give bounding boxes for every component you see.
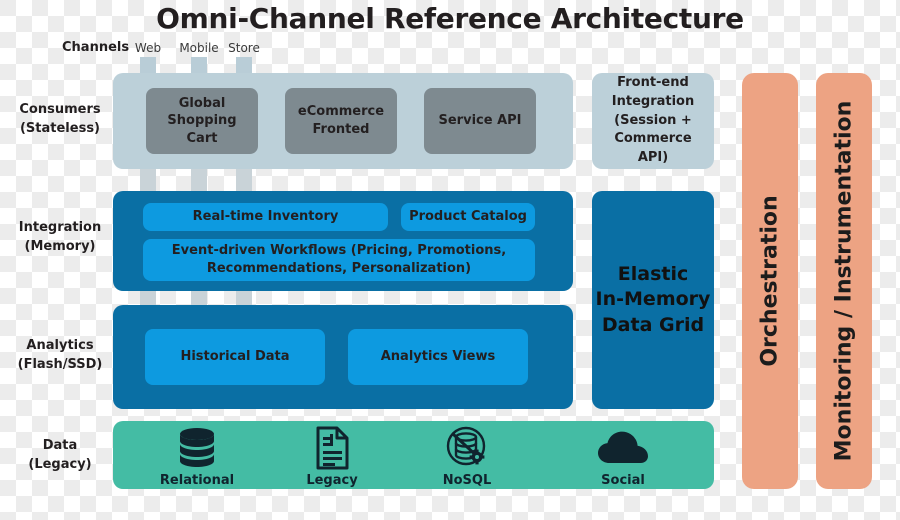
row-label-data-line1: Data: [42, 438, 78, 453]
row-label-data-line2: (Legacy): [28, 456, 92, 472]
frontend-integration-box[interactable]: Front-end Integration (Session + Commerc…: [592, 73, 714, 169]
row-connector-store-analytics: [236, 290, 252, 306]
row-label-integration: Integration (Memory): [6, 219, 114, 257]
row-label-data: Data (Legacy): [6, 437, 114, 475]
channel-label-store: Store: [228, 41, 260, 55]
row-connector-web-analytics: [140, 290, 156, 306]
consumers-tile-service-api-label: Service API: [438, 113, 522, 129]
integration-tile-event-driven-workflows[interactable]: Event-driven Workflows (Pricing, Promoti…: [143, 239, 535, 281]
data-grid-line1: Elastic: [617, 262, 689, 285]
row-label-integration-line2: (Memory): [24, 238, 96, 254]
consumers-tile-global-shopping-cart[interactable]: Global Shopping Cart: [146, 88, 258, 154]
analytics-tile-historical-data[interactable]: Historical Data: [145, 329, 325, 385]
data-grid-line2: In-Memory: [595, 288, 711, 311]
monitoring-instrumentation-bar[interactable]: Monitoring / Instrumentation: [816, 73, 872, 489]
data-item-legacy-caption: Legacy: [306, 473, 358, 488]
database-stack-icon: [137, 425, 257, 471]
channel-label-web: Web: [134, 41, 162, 55]
channel-label-mobile: Mobile: [179, 41, 219, 55]
row-label-consumers: Consumers (Stateless): [6, 101, 114, 139]
row-label-analytics: Analytics (Flash/SSD): [6, 337, 114, 375]
integration-tile-product-catalog-label: Product Catalog: [409, 209, 527, 225]
row-label-integration-line1: Integration: [18, 220, 102, 235]
consumers-tile-ecommerce-fronted-line1: eCommerce: [297, 104, 385, 120]
data-item-relational-caption: Relational: [159, 473, 235, 488]
frontend-integration-line2: Integration: [611, 93, 695, 109]
frontend-integration-line1: Front-end: [617, 74, 689, 90]
integration-tile-product-catalog[interactable]: Product Catalog: [401, 203, 535, 231]
consumers-tile-global-shopping-cart-line2: Shopping Cart: [167, 113, 237, 146]
analytics-tile-historical-data-label: Historical Data: [180, 349, 290, 365]
data-item-social[interactable]: Social: [563, 425, 683, 488]
nosql-database-gear-icon: [407, 425, 527, 471]
row-label-consumers-line1: Consumers: [19, 102, 101, 117]
data-item-legacy[interactable]: Legacy: [272, 425, 392, 488]
frontend-integration-line3: (Session +: [614, 112, 692, 128]
analytics-tile-analytics-views-label: Analytics Views: [380, 349, 496, 365]
consumers-tile-ecommerce-fronted[interactable]: eCommerce Fronted: [285, 88, 397, 154]
data-item-relational[interactable]: Relational: [137, 425, 257, 488]
data-item-nosql-caption: NoSQL: [442, 473, 492, 488]
data-item-social-caption: Social: [601, 473, 645, 488]
integration-tile-event-driven-workflows-line2: Recommendations, Personalization): [206, 261, 472, 276]
row-connector-mobile-analytics: [191, 290, 207, 306]
data-grid-line3: Data Grid: [601, 313, 705, 336]
document-chart-icon: [272, 425, 392, 471]
diagram-canvas: Omni-Channel Reference Architecture Chan…: [0, 0, 900, 520]
consumers-tile-service-api[interactable]: Service API: [424, 88, 536, 154]
row-label-analytics-line2: (Flash/SSD): [17, 356, 103, 372]
cloud-icon: [563, 425, 683, 471]
page-title: Omni-Channel Reference Architecture: [156, 2, 744, 35]
integration-tile-event-driven-workflows-line1: Event-driven Workflows (Pricing, Promoti…: [171, 243, 507, 259]
data-item-nosql[interactable]: NoSQL: [407, 425, 527, 488]
channels-label: Channels: [62, 40, 130, 55]
integration-tile-real-time-inventory-label: Real-time Inventory: [192, 209, 339, 225]
row-label-consumers-line2: (Stateless): [19, 120, 100, 136]
orchestration-bar-label: Orchestration: [757, 195, 783, 367]
frontend-integration-line4: Commerce API): [614, 131, 692, 166]
monitoring-instrumentation-bar-label: Monitoring / Instrumentation: [831, 100, 857, 462]
elastic-in-memory-data-grid-box[interactable]: Elastic In-Memory Data Grid: [592, 191, 714, 409]
integration-tile-real-time-inventory[interactable]: Real-time Inventory: [143, 203, 388, 231]
consumers-tile-global-shopping-cart-line1: Global: [178, 95, 226, 111]
analytics-tile-analytics-views[interactable]: Analytics Views: [348, 329, 528, 385]
consumers-tile-ecommerce-fronted-line2: Fronted: [312, 122, 370, 137]
orchestration-bar[interactable]: Orchestration: [742, 73, 798, 489]
row-label-analytics-line1: Analytics: [26, 338, 94, 353]
